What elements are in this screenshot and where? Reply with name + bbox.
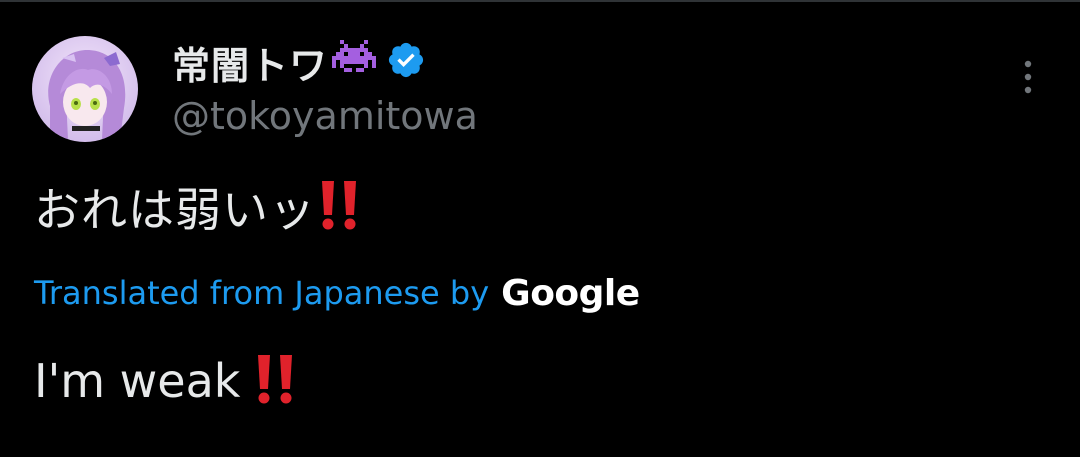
more-vertical-icon[interactable] xyxy=(1014,58,1042,98)
translated-from-link[interactable]: Translated from Japanese by xyxy=(34,274,489,312)
tweet-text-row: おれは弱いッ xyxy=(34,172,362,242)
display-name[interactable]: 常闇トワ xyxy=(172,35,328,90)
alien-monster-emoji-icon xyxy=(332,40,377,84)
author-name-row[interactable]: 常闇トワ xyxy=(172,34,426,90)
double-exclamation-emoji-icon xyxy=(318,179,362,235)
google-logo: Google xyxy=(501,272,640,314)
translated-text: I'm weak xyxy=(34,354,241,408)
avatar-image xyxy=(32,36,138,142)
translated-text-row: I'm weak xyxy=(34,346,298,416)
avatar[interactable] xyxy=(32,36,138,142)
double-exclamation-emoji-icon xyxy=(254,353,298,409)
author-handle[interactable]: @tokoyamitowa xyxy=(172,94,478,138)
translation-attribution: Translated from Japanese by Google xyxy=(34,266,640,320)
verified-badge-icon[interactable] xyxy=(386,40,426,84)
tweet-text: おれは弱いッ xyxy=(34,183,316,237)
top-divider xyxy=(0,0,1080,2)
